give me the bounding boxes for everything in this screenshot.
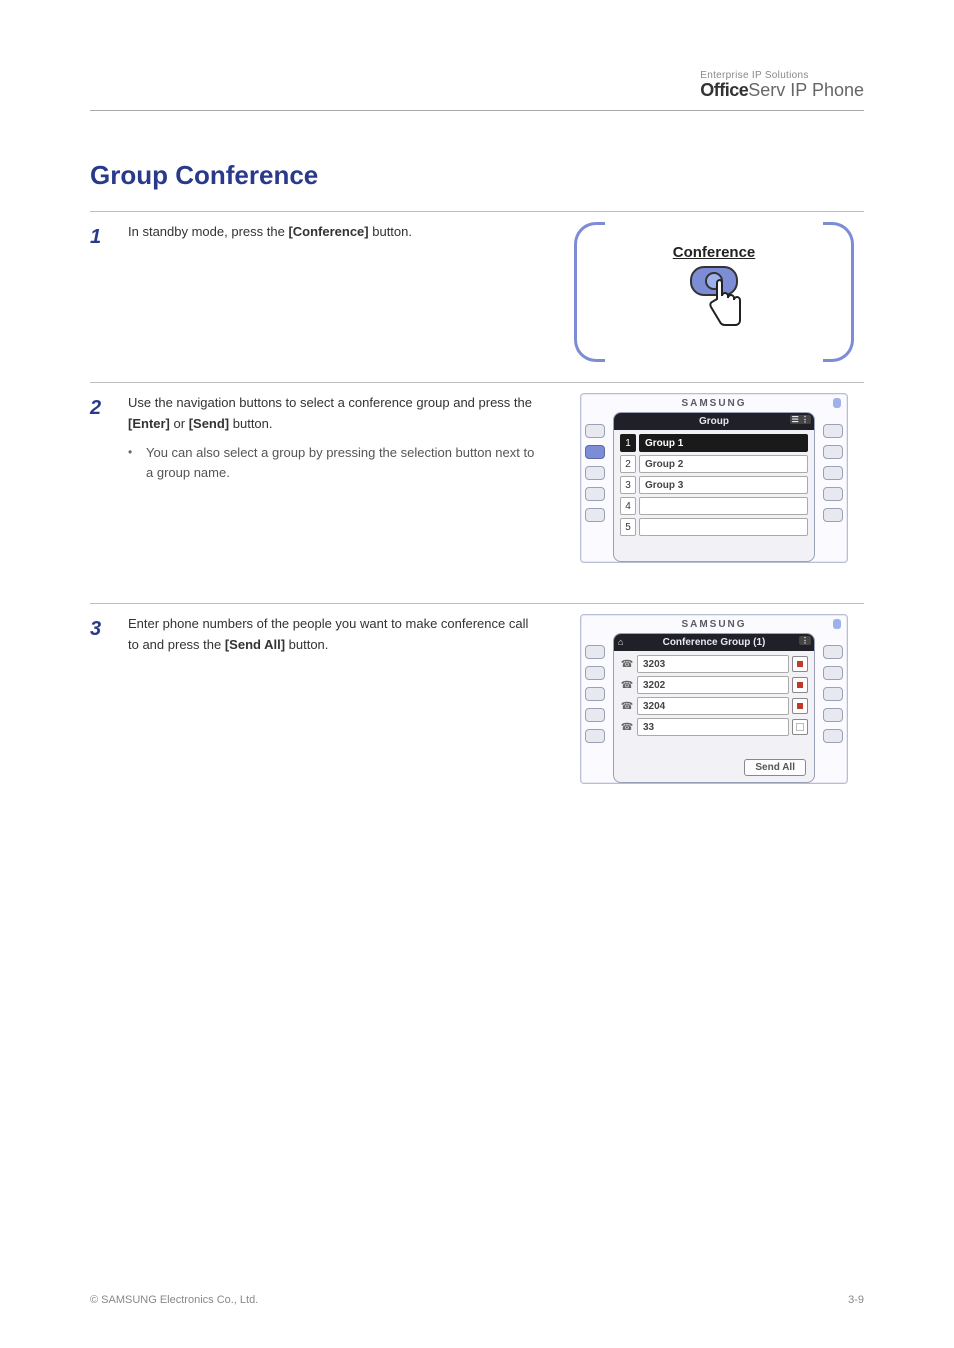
side-button-icon (585, 487, 605, 501)
list-row: 1Group 1 (620, 434, 808, 452)
side-button-icon (585, 466, 605, 480)
phone-brand: SAMSUNG (587, 398, 841, 409)
step-illustration: Conference (564, 222, 864, 362)
stop-icon (792, 677, 808, 693)
phone-icon: ☎ (620, 698, 634, 714)
brand-sub: IP Phone (785, 80, 864, 100)
bracket-left (574, 222, 605, 362)
list-row: 4 (620, 497, 808, 515)
side-button-icon (585, 729, 605, 743)
phone-icon: ☎ (620, 719, 634, 735)
list-row: ☎3203 (620, 655, 808, 673)
bullet-text: You can also select a group by pressing … (146, 443, 538, 485)
list-row: ☎3202 (620, 676, 808, 694)
side-button-icon (823, 708, 843, 722)
bracket-right (823, 222, 854, 362)
phone-hole-icon (833, 398, 841, 408)
stop-icon (792, 719, 808, 735)
phone-right-buttons (823, 645, 843, 743)
conference-label: Conference (673, 244, 756, 261)
side-button-icon (585, 666, 605, 680)
side-button-icon (585, 708, 605, 722)
side-button-icon (823, 466, 843, 480)
side-button-icon (823, 666, 843, 680)
phone-left-buttons (585, 424, 605, 522)
section-title: Group Conference (90, 160, 864, 191)
send-all-button: Send All (744, 759, 806, 776)
side-button-icon (585, 445, 605, 459)
side-button-icon (823, 424, 843, 438)
bullet-dot: • (128, 443, 146, 462)
phone-right-buttons (823, 424, 843, 522)
phone-mock-group: SAMSUNG (580, 393, 848, 563)
side-button-icon (585, 645, 605, 659)
copyright: © SAMSUNG Electronics Co., Ltd. (90, 1294, 258, 1306)
step-text: Enter phone numbers of the people you wa… (128, 614, 550, 656)
conference-illustration: Conference (574, 222, 854, 362)
list-row: 3Group 3 (620, 476, 808, 494)
phone-screen: ☰ ⋮ Group 1Group 1 2Group 2 3Group 3 4 5 (613, 412, 815, 562)
title-icons-icon: ⋮ (799, 636, 811, 645)
screen-title: ☰ ⋮ Group (614, 413, 814, 430)
hand-pointer-icon (702, 278, 750, 334)
top-rule (90, 110, 864, 111)
side-button-icon (585, 508, 605, 522)
brand-bold: Office (700, 80, 748, 100)
brand-block: Enterprise IP Solutions OfficeServ IP Ph… (700, 70, 864, 101)
phone-icon: ☎ (620, 677, 634, 693)
step-text: Use the navigation buttons to select a c… (128, 393, 550, 484)
step-number: 3 (90, 614, 114, 641)
side-button-icon (823, 687, 843, 701)
step-illustration: SAMSUNG (564, 393, 864, 563)
phone-mock-conference: SAMSUNG (580, 614, 848, 784)
step-text: In standby mode, press the [Conference] … (128, 222, 550, 243)
side-button-icon (823, 445, 843, 459)
step-illustration: SAMSUNG (564, 614, 864, 784)
side-button-icon (823, 487, 843, 501)
side-button-icon (823, 729, 843, 743)
screen-title: ⌂ ⋮ Conference Group (1) (614, 634, 814, 651)
step-3: 3 Enter phone numbers of the people you … (90, 603, 864, 824)
side-button-icon (585, 687, 605, 701)
page-footer: © SAMSUNG Electronics Co., Ltd. 3-9 (90, 1294, 864, 1306)
list-row: ☎33 (620, 718, 808, 736)
list-row: 2Group 2 (620, 455, 808, 473)
phone-left-buttons (585, 645, 605, 743)
step-number: 1 (90, 222, 114, 249)
step-2: 2 Use the navigation buttons to select a… (90, 382, 864, 603)
list-row: 5 (620, 518, 808, 536)
side-button-icon (823, 645, 843, 659)
home-icon: ⌂ (618, 637, 623, 647)
phone-icon: ☎ (620, 656, 634, 672)
side-button-icon (585, 424, 605, 438)
phone-brand: SAMSUNG (587, 619, 841, 630)
brand-serv: Serv (748, 80, 785, 100)
phone-hole-icon (833, 619, 841, 629)
step-number: 2 (90, 393, 114, 420)
stop-icon (792, 698, 808, 714)
page-number: 3-9 (848, 1294, 864, 1306)
phone-screen: ⌂ ⋮ Conference Group (1) ☎3203 ☎3202 ☎32… (613, 633, 815, 783)
stop-icon (792, 656, 808, 672)
step-1: 1 In standby mode, press the [Conference… (90, 211, 864, 382)
title-icons-icon: ☰ ⋮ (790, 415, 811, 424)
brand-big: OfficeServ IP Phone (700, 81, 864, 101)
list-row: ☎3204 (620, 697, 808, 715)
side-button-icon (823, 508, 843, 522)
bullet: • You can also select a group by pressin… (128, 443, 538, 485)
